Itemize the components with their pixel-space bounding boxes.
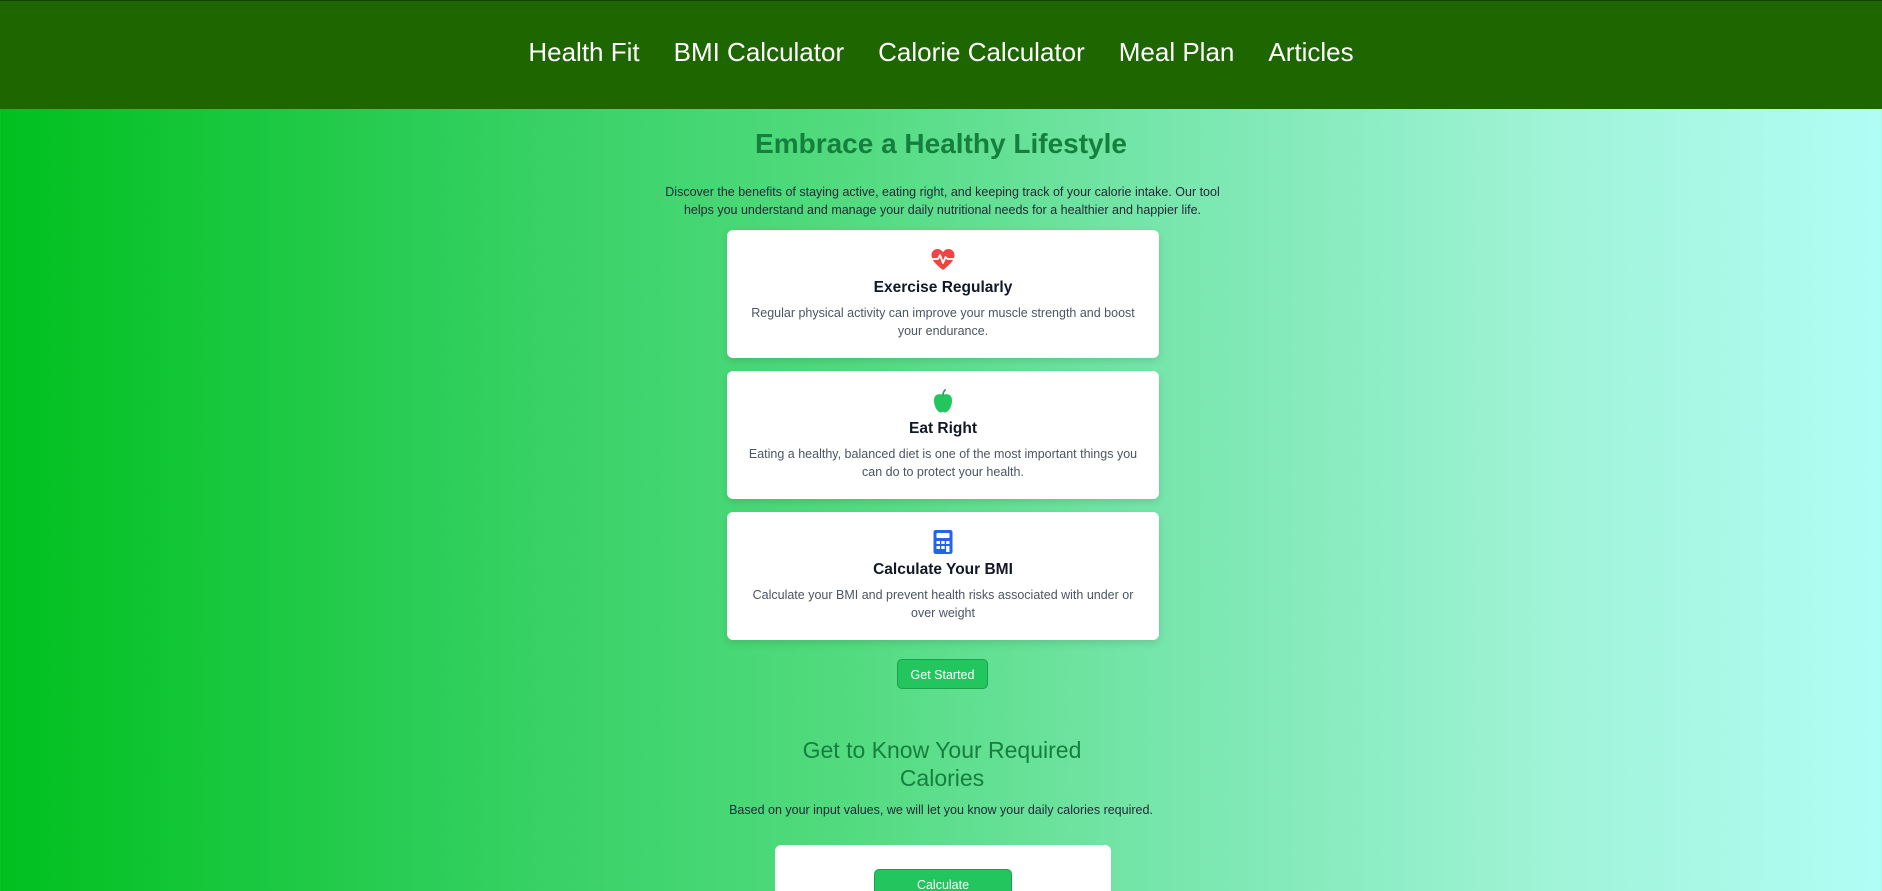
top-navbar: Health Fit BMI Calculator Calorie Calcul… xyxy=(0,0,1882,109)
card-title: Eat Right xyxy=(908,420,978,437)
nav-link-meal-plan[interactable]: Meal Plan xyxy=(1102,37,1252,68)
calculator-icon xyxy=(933,530,953,554)
calories-section-description: Based on your input values, we will let … xyxy=(729,803,1153,817)
card-calculate-bmi: Calculate Your BMI Calculate your BMI an… xyxy=(727,512,1159,640)
card-exercise: Exercise Regularly Regular physical acti… xyxy=(727,230,1159,358)
calories-section-title: Get to Know Your Required Calories xyxy=(802,737,1082,791)
hero-description: Discover the benefits of staying active,… xyxy=(665,185,1220,217)
heart-pulse-icon xyxy=(930,249,956,270)
apple-icon xyxy=(934,389,952,413)
card-title: Calculate Your BMI xyxy=(873,561,1013,578)
card-title: Exercise Regularly xyxy=(873,279,1013,296)
hero-title: Embrace a Healthy Lifestyle xyxy=(755,128,1127,159)
nav-link-articles[interactable]: Articles xyxy=(1251,37,1370,68)
nav-link-bmi-calculator[interactable]: BMI Calculator xyxy=(657,37,862,68)
card-text: Regular physical activity can improve yo… xyxy=(751,306,1135,338)
nav-link-health-fit[interactable]: Health Fit xyxy=(511,37,656,68)
calculate-button[interactable]: Calculate xyxy=(874,869,1012,891)
nav-link-calorie-calculator[interactable]: Calorie Calculator xyxy=(861,37,1102,68)
card-text: Calculate your BMI and prevent health ri… xyxy=(752,588,1134,620)
card-text: Eating a healthy, balanced diet is one o… xyxy=(748,447,1138,479)
card-eat-right: Eat Right Eating a healthy, balanced die… xyxy=(727,371,1159,499)
get-started-button[interactable]: Get Started xyxy=(897,659,988,689)
